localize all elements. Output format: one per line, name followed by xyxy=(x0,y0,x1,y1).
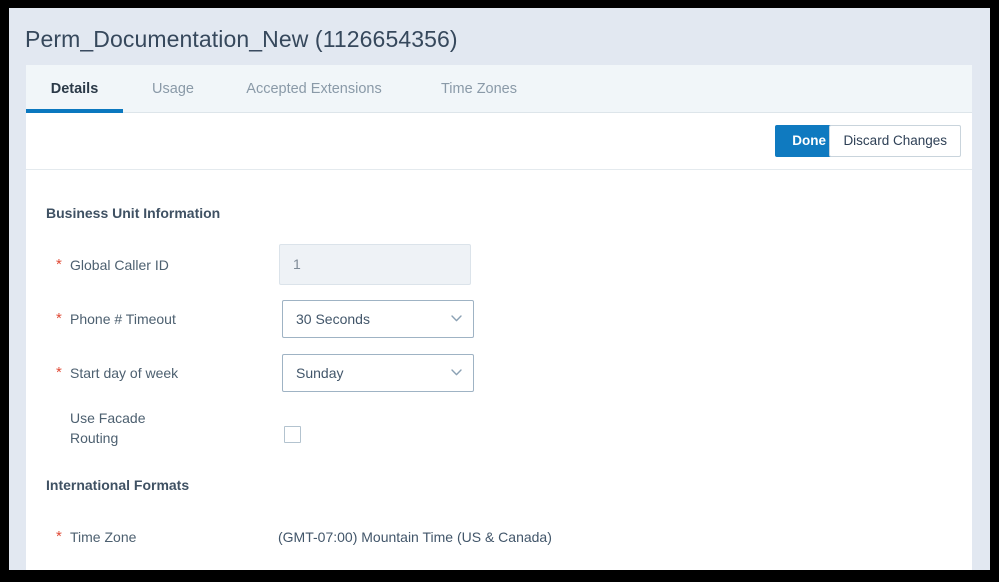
select-start-day-of-week-value: Sunday xyxy=(296,365,344,381)
tab-usage[interactable]: Usage xyxy=(123,65,223,113)
select-phone-timeout[interactable]: 30 Seconds xyxy=(282,300,474,338)
select-start-day-of-week[interactable]: Sunday xyxy=(282,354,474,392)
chevron-down-icon xyxy=(451,369,462,376)
page-title: Perm_Documentation_New (1126654356) xyxy=(25,26,458,52)
tab-bar: Details Usage Accepted Extensions Time Z… xyxy=(26,65,972,113)
chevron-down-icon xyxy=(451,315,462,322)
label-time-zone: Time Zone xyxy=(70,529,137,545)
tab-details[interactable]: Details xyxy=(26,65,123,113)
title-bar: Perm_Documentation_New (1126654356) xyxy=(9,8,990,65)
label-global-caller-id: Global Caller ID xyxy=(70,257,169,273)
window-frame: Perm_Documentation_New (1126654356) Deta… xyxy=(0,0,999,582)
select-phone-timeout-value: 30 Seconds xyxy=(296,311,370,327)
details-form-panel: Business Unit Information * Global Calle… xyxy=(26,170,972,570)
tab-time-zones[interactable]: Time Zones xyxy=(405,65,553,113)
section-heading-business-unit: Business Unit Information xyxy=(46,205,221,221)
label-use-facade-routing: Use Facade Routing xyxy=(70,410,146,446)
label-phone-timeout: Phone # Timeout xyxy=(70,311,176,327)
checkbox-use-facade-routing[interactable] xyxy=(284,426,301,443)
discard-changes-button[interactable]: Discard Changes xyxy=(829,125,961,157)
input-global-caller-id[interactable]: 1 xyxy=(279,244,471,285)
tab-accepted-extensions[interactable]: Accepted Extensions xyxy=(223,65,405,113)
action-toolbar: Done Discard Changes xyxy=(26,113,972,170)
required-marker-icon: * xyxy=(56,310,62,327)
section-heading-international-formats: International Formats xyxy=(46,477,190,493)
required-marker-icon: * xyxy=(56,528,62,545)
required-marker-icon: * xyxy=(56,364,62,381)
label-start-day-of-week: Start day of week xyxy=(70,365,179,381)
required-marker-icon: * xyxy=(56,256,62,273)
value-time-zone: (GMT-07:00) Mountain Time (US & Canada) xyxy=(278,529,552,545)
